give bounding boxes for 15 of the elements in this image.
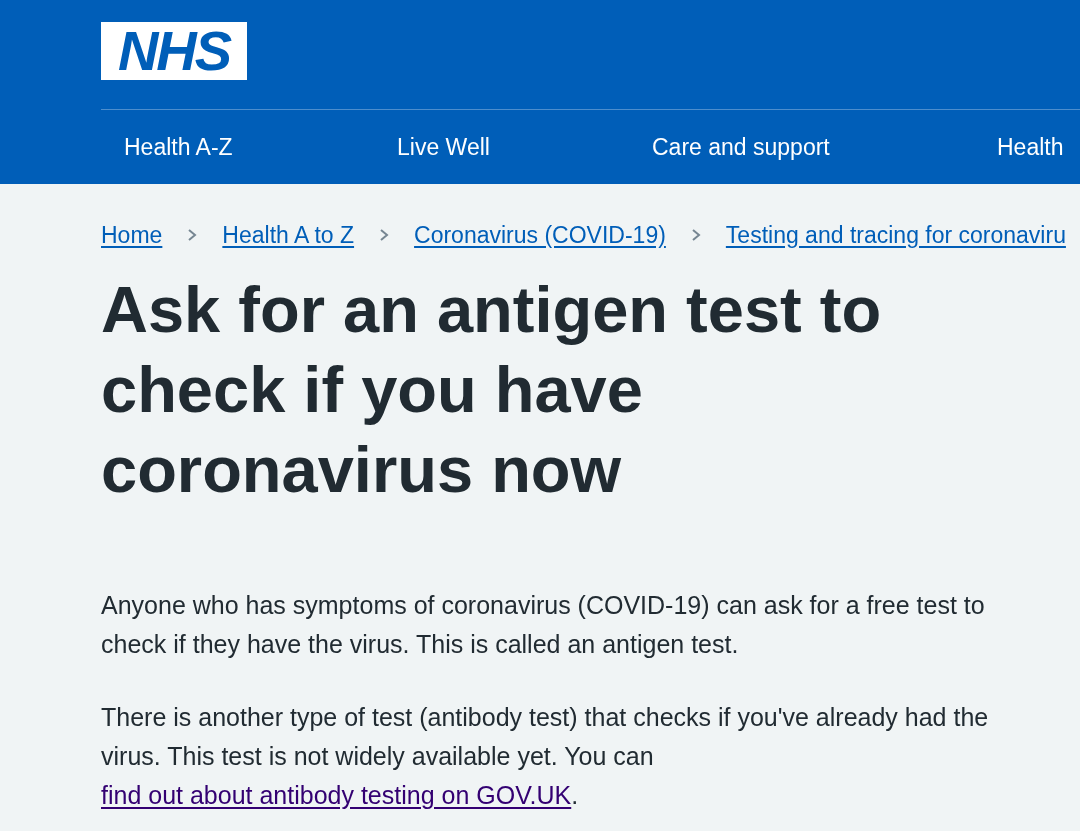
breadcrumb-link[interactable]: Coronavirus (COVID-19) — [414, 221, 666, 249]
nav-link[interactable]: Health — [997, 133, 1064, 161]
body-paragraph: There is another type of test (antibody test) that checks if you've already had the virus. This test is not widely available yet. You can find out about antibody testing on GOV.UK. — [101, 702, 990, 811]
nav-link[interactable]: Care and support — [652, 133, 830, 161]
nav-link[interactable]: Health A-Z — [124, 133, 233, 161]
body-paragraph: Anyone who has symptoms of coronavirus (COVID-19) can ask for a free test to check if they have the virus. This is called an antigen test. — [101, 590, 986, 660]
nav-link[interactable]: Live Well — [397, 133, 490, 161]
nhs-logo[interactable]: NHS — [101, 22, 247, 80]
breadcrumb-link[interactable]: Testing and tracing for coronaviru — [725, 221, 1066, 249]
gov-uk-link[interactable]: find out about antibody testing on GOV.UK — [101, 781, 572, 809]
breadcrumb-link[interactable]: Health A to Z — [222, 221, 355, 249]
breadcrumb-link[interactable]: Home — [101, 221, 163, 249]
page-title: Ask for an antigen test to check if you have coronavirus now — [101, 272, 883, 508]
chevron-icon — [186, 228, 199, 242]
chevron-icon — [378, 228, 391, 242]
